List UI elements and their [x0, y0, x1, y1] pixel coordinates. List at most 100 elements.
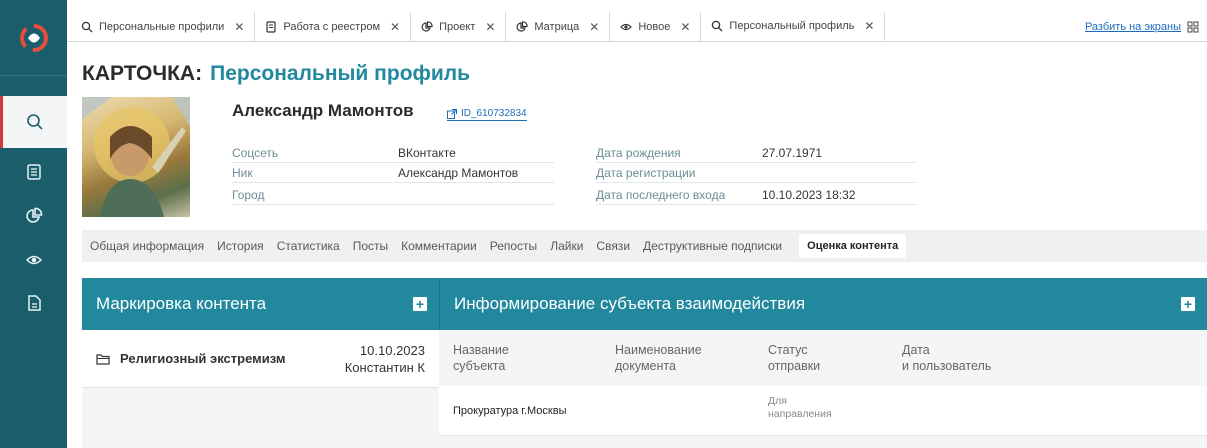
cell-subject: Прокуратура г.Москвы [453, 405, 567, 417]
eye-icon [620, 23, 633, 30]
tab-comments[interactable]: Комментарии [401, 239, 477, 253]
table-footer [439, 436, 1207, 448]
marking-user: Константин К [344, 360, 425, 375]
info-value: 10.10.2023 18:32 [762, 188, 856, 202]
column-header-line: Название [453, 343, 509, 357]
column-header-line: Наименование [615, 343, 702, 357]
tab-personal-profile[interactable]: Персональный профиль ✕ [701, 12, 886, 41]
tab-register-work[interactable]: Работа с реестром ✕ [255, 12, 412, 41]
column-header-line: Статус [768, 343, 808, 357]
document-icon [27, 295, 41, 311]
search-icon [81, 21, 93, 32]
split-screens-link[interactable]: Разбить на экраны [1085, 12, 1199, 42]
tab-personal-profiles[interactable]: Персональные профили ✕ [67, 12, 256, 41]
close-icon[interactable]: ✕ [390, 20, 400, 34]
tab-label: Персональный профиль [729, 20, 855, 32]
info-label: Ник [232, 166, 253, 180]
tab-project[interactable]: Проект ✕ [411, 12, 507, 41]
info-nick: Ник Александр Мамонтов [232, 164, 554, 183]
status-line: направления [768, 408, 832, 420]
person-name: Александр Мамонтов [232, 101, 414, 120]
content-tabs: Общая информация История Статистика Пост… [82, 230, 1207, 262]
pie-chart-icon [516, 20, 528, 32]
panel-title: Маркировка контента [96, 294, 267, 313]
info-registration-date: Дата регистрации [596, 164, 916, 183]
tab-matrix[interactable]: Матрица ✕ [506, 12, 611, 41]
pie-chart-icon [421, 20, 433, 32]
tab-likes[interactable]: Лайки [550, 239, 583, 253]
tab-bar: Персональные профили ✕ Работа с реестром… [67, 12, 1207, 42]
marking-meta: 10.10.2023 Константин К [345, 342, 425, 376]
column-header-line: субъекта [453, 359, 506, 373]
close-icon[interactable]: ✕ [485, 20, 495, 34]
info-city: Город [232, 186, 554, 205]
column-header-line: документа [615, 359, 676, 373]
column-header-document[interactable]: Наименование документа [615, 342, 702, 374]
content-marking-header: Маркировка контента + [82, 278, 439, 330]
list-item[interactable]: Религиозный экстремизм 10.10.2023 Конста… [82, 330, 439, 388]
marking-name: Религиозный экстремизм [120, 351, 286, 366]
marking-date: 10.10.2023 [359, 343, 425, 358]
split-label: Разбить на экраны [1084, 21, 1181, 33]
info-label: Дата регистрации [596, 166, 696, 180]
info-label: Дата последнего входа [596, 188, 726, 202]
search-icon [712, 20, 723, 32]
column-header-line: Дата [902, 343, 930, 357]
tab-statistics[interactable]: Статистика [277, 239, 340, 253]
tab-connections[interactable]: Связи [596, 239, 630, 253]
logo-icon [19, 23, 48, 52]
tab-history[interactable]: История [217, 239, 264, 253]
rail-search[interactable] [0, 96, 67, 148]
tab-new[interactable]: Новое ✕ [610, 12, 702, 41]
register-icon [266, 20, 277, 33]
left-rail [0, 0, 67, 448]
table-row[interactable]: Прокуратура г.Москвы Для направления [439, 386, 1207, 436]
info-social: Соцсеть ВКонтакте [232, 144, 554, 163]
cell-status: Для направления [768, 395, 832, 421]
close-icon[interactable]: ✕ [589, 20, 599, 34]
grid-icon [1187, 21, 1199, 33]
title-name: Персональный профиль [210, 62, 471, 85]
tab-posts[interactable]: Посты [353, 239, 388, 253]
search-icon [27, 114, 43, 130]
app-logo[interactable] [0, 0, 67, 76]
tab-label: Новое [638, 20, 671, 33]
info-value: ВКонтакте [398, 146, 456, 160]
info-birthdate: Дата рождения 27.07.1971 [596, 144, 916, 163]
profile-id-link[interactable]: ID_610732834 [447, 108, 527, 121]
close-icon[interactable]: ✕ [680, 20, 690, 34]
register-icon [26, 164, 41, 180]
column-header-status[interactable]: Статус отправки [768, 342, 820, 374]
profile-id: ID_610732834 [461, 108, 527, 119]
content-marking-panel: Маркировка контента + Религиозный экстре… [82, 278, 439, 448]
close-icon[interactable]: ✕ [234, 20, 244, 34]
status-line: Для [768, 395, 787, 407]
tab-label: Персональные профили [99, 20, 225, 33]
add-informing-button[interactable]: + [1181, 297, 1195, 311]
page-title: КАРТОЧКА: Персональный профиль [82, 62, 470, 86]
close-icon[interactable]: ✕ [864, 19, 874, 33]
informing-panel: Информирование субъекта взаимодействия +… [439, 278, 1207, 448]
info-label: Соцсеть [232, 146, 279, 160]
info-label: Дата рождения [596, 146, 681, 160]
external-link-icon [447, 108, 457, 119]
table-header: Название субъекта Наименование документа… [439, 330, 1207, 386]
column-header-subject[interactable]: Название субъекта [453, 342, 509, 374]
avatar-image [82, 97, 190, 217]
tab-content-assessment[interactable]: Оценка контента [799, 234, 907, 258]
column-header-line: и пользователь [902, 359, 992, 373]
column-header-date[interactable]: Дата и пользователь [902, 342, 991, 374]
informing-header: Информирование субъекта взаимодействия + [439, 278, 1207, 330]
info-label: Город [232, 188, 265, 202]
tab-destructive-subscriptions[interactable]: Деструктивные подписки [643, 239, 782, 253]
avatar [82, 97, 190, 217]
tab-label: Матрица [534, 20, 580, 33]
tab-general-info[interactable]: Общая информация [90, 239, 204, 253]
info-value: 27.07.1971 [762, 146, 823, 160]
rail-documents[interactable] [0, 277, 67, 329]
add-marking-button[interactable]: + [413, 297, 427, 311]
info-last-login: Дата последнего входа 10.10.2023 18:32 [596, 186, 916, 205]
tab-reposts[interactable]: Репосты [490, 239, 537, 253]
panel-title: Информирование субъекта взаимодействия [454, 294, 806, 313]
column-header-line: отправки [768, 359, 821, 373]
